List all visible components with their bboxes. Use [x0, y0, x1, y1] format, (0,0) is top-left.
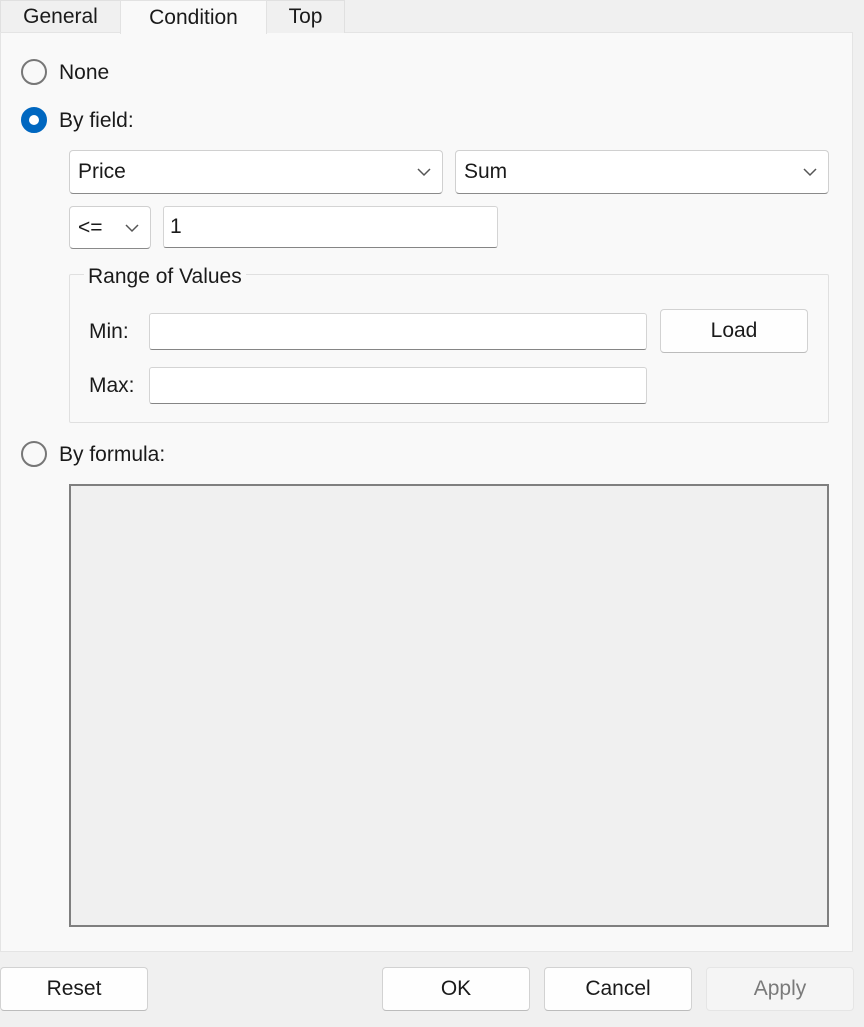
- field-select-value: Price: [78, 160, 126, 183]
- tab-condition[interactable]: Condition: [120, 0, 267, 34]
- operator-select[interactable]: <=: [69, 206, 151, 249]
- operator-select-value: <=: [78, 215, 103, 239]
- none-radio[interactable]: [21, 59, 47, 85]
- aggregate-select-value: Sum: [464, 160, 508, 183]
- tab-top[interactable]: Top: [266, 0, 345, 33]
- tab-general[interactable]: General: [0, 0, 121, 33]
- by-formula-radio[interactable]: [21, 441, 47, 467]
- load-button-label: Load: [710, 319, 758, 342]
- cancel-button[interactable]: Cancel: [544, 967, 692, 1011]
- chevron-down-icon: [124, 223, 140, 233]
- aggregate-select[interactable]: Sum: [455, 150, 829, 194]
- apply-button-label: Apply: [753, 977, 807, 1000]
- chevron-down-icon: [416, 167, 432, 177]
- by-field-radio-label[interactable]: By field:: [59, 107, 134, 135]
- apply-button[interactable]: Apply: [706, 967, 854, 1011]
- tab-top-label: Top: [288, 5, 323, 28]
- formula-editor[interactable]: [69, 484, 829, 927]
- min-label: Min:: [89, 320, 129, 343]
- by-formula-radio-label[interactable]: By formula:: [59, 441, 165, 469]
- reset-button[interactable]: Reset: [0, 967, 148, 1011]
- min-input[interactable]: [149, 313, 647, 350]
- condition-value-text: 1: [170, 215, 182, 238]
- tab-condition-label: Condition: [149, 5, 238, 29]
- max-label: Max:: [89, 374, 135, 397]
- by-field-radio[interactable]: [21, 107, 47, 133]
- chevron-down-icon: [802, 167, 818, 177]
- reset-button-label: Reset: [46, 977, 102, 1000]
- ok-button-label: OK: [440, 977, 472, 1000]
- load-button[interactable]: Load: [660, 309, 808, 353]
- tab-general-label: General: [23, 5, 98, 28]
- max-input[interactable]: [149, 367, 647, 404]
- field-select[interactable]: Price: [69, 150, 443, 194]
- ok-button[interactable]: OK: [382, 967, 530, 1011]
- cancel-button-label: Cancel: [585, 977, 651, 1000]
- range-of-values-title: Range of Values: [84, 264, 246, 290]
- condition-value-input[interactable]: 1: [163, 206, 498, 248]
- none-radio-label[interactable]: None: [59, 59, 109, 87]
